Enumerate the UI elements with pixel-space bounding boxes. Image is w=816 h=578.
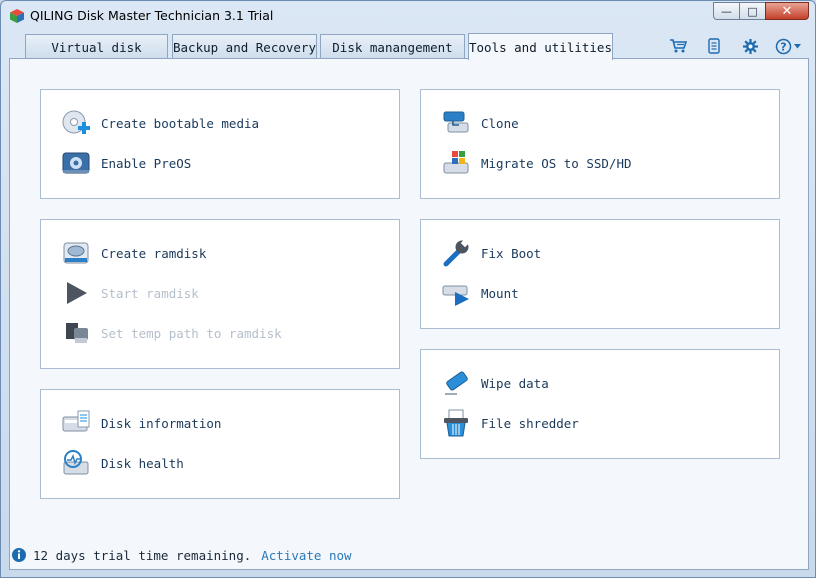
migrate-os-label: Migrate OS to SSD/HD [481, 155, 632, 171]
disk-health-label: Disk health [101, 455, 184, 471]
maximize-button[interactable]: □ [739, 2, 765, 20]
create-bootable-media-label: Create bootable media [101, 115, 260, 131]
create-ramdisk-label: Create ramdisk [101, 245, 207, 261]
disk-information-label: Disk information [101, 415, 222, 431]
tab-tools-utilities[interactable]: Tools and utilities [468, 33, 613, 60]
disk-info-icon [61, 408, 91, 438]
cart-icon[interactable] [667, 36, 689, 56]
fix-boot-label: Fix Boot [481, 245, 542, 261]
enable-preos-item[interactable]: Enable PreOS [61, 148, 191, 178]
toolbar-icons: ? [667, 36, 803, 56]
wrench-icon [441, 238, 471, 268]
start-ramdisk-item[interactable]: Start ramdisk [61, 278, 199, 308]
trial-status-text: 12 days trial time remaining. [33, 547, 252, 563]
disk-information-item[interactable]: Disk information [61, 408, 221, 438]
group-wipe-tools: Wipe data File shredder [420, 349, 780, 459]
group-boot-tools: Create bootable media Enable PreOS [40, 89, 400, 199]
group-disk-info: Disk information Disk health [40, 389, 400, 499]
temp-path-icon [61, 318, 91, 348]
mount-item[interactable]: Mount [441, 278, 519, 308]
enable-preos-label: Enable PreOS [101, 155, 192, 171]
migrate-os-icon [441, 148, 471, 178]
close-button[interactable]: ✕ [765, 2, 809, 20]
svg-text:?: ? [780, 40, 786, 53]
info-icon [12, 548, 26, 562]
clone-item[interactable]: Clone [441, 108, 519, 138]
preos-icon [61, 148, 91, 178]
start-ramdisk-label: Start ramdisk [101, 285, 199, 301]
create-ramdisk-item[interactable]: Create ramdisk [61, 238, 206, 268]
minimize-button[interactable]: — [713, 2, 739, 20]
set-temp-path-item[interactable]: Set temp path to ramdisk [61, 318, 282, 348]
gear-icon[interactable] [739, 36, 761, 56]
window-controls: — □ ✕ [713, 2, 809, 20]
app-logo-icon [10, 9, 24, 23]
help-icon[interactable]: ? [775, 36, 803, 56]
file-shredder-item[interactable]: File shredder [441, 408, 579, 438]
bootable-media-icon [61, 108, 91, 138]
clone-icon [441, 108, 471, 138]
title-bar[interactable]: QILING Disk Master Technician 3.1 Trial … [1, 1, 815, 31]
create-bootable-media-item[interactable]: Create bootable media [61, 108, 259, 138]
group-ramdisk-tools: Create ramdisk Start ramdisk Set temp pa… [40, 219, 400, 369]
shredder-icon [441, 408, 471, 438]
fix-boot-item[interactable]: Fix Boot [441, 238, 541, 268]
activate-now-link[interactable]: Activate now [261, 548, 351, 563]
migrate-os-item[interactable]: Migrate OS to SSD/HD [441, 148, 632, 178]
group-repair-tools: Fix Boot Mount [420, 219, 780, 329]
mount-label: Mount [481, 285, 519, 301]
disk-health-icon [61, 448, 91, 478]
disk-health-item[interactable]: Disk health [61, 448, 184, 478]
file-shredder-label: File shredder [481, 415, 579, 431]
wipe-data-label: Wipe data [481, 375, 549, 391]
play-icon [61, 278, 91, 308]
tab-virtual-disk[interactable]: Virtual disk [25, 34, 168, 59]
tab-disk-management[interactable]: Disk manangement [320, 34, 465, 59]
group-clone-tools: Clone Migrate OS to SSD/HD [420, 89, 780, 199]
window-title: QILING Disk Master Technician 3.1 Trial [30, 8, 274, 23]
ramdisk-icon [61, 238, 91, 268]
clone-label: Clone [481, 115, 519, 131]
tools-panel: Create bootable media Enable PreOS Creat… [9, 58, 809, 570]
app-window: QILING Disk Master Technician 3.1 Trial … [0, 0, 816, 578]
tab-backup-recovery[interactable]: Backup and Recovery [172, 34, 317, 59]
document-icon[interactable] [703, 36, 725, 56]
mount-icon [441, 278, 471, 308]
eraser-icon [441, 368, 471, 398]
wipe-data-item[interactable]: Wipe data [441, 368, 549, 398]
status-bar: 12 days trial time remaining. Activate n… [11, 544, 352, 566]
set-temp-path-label: Set temp path to ramdisk [101, 325, 282, 341]
